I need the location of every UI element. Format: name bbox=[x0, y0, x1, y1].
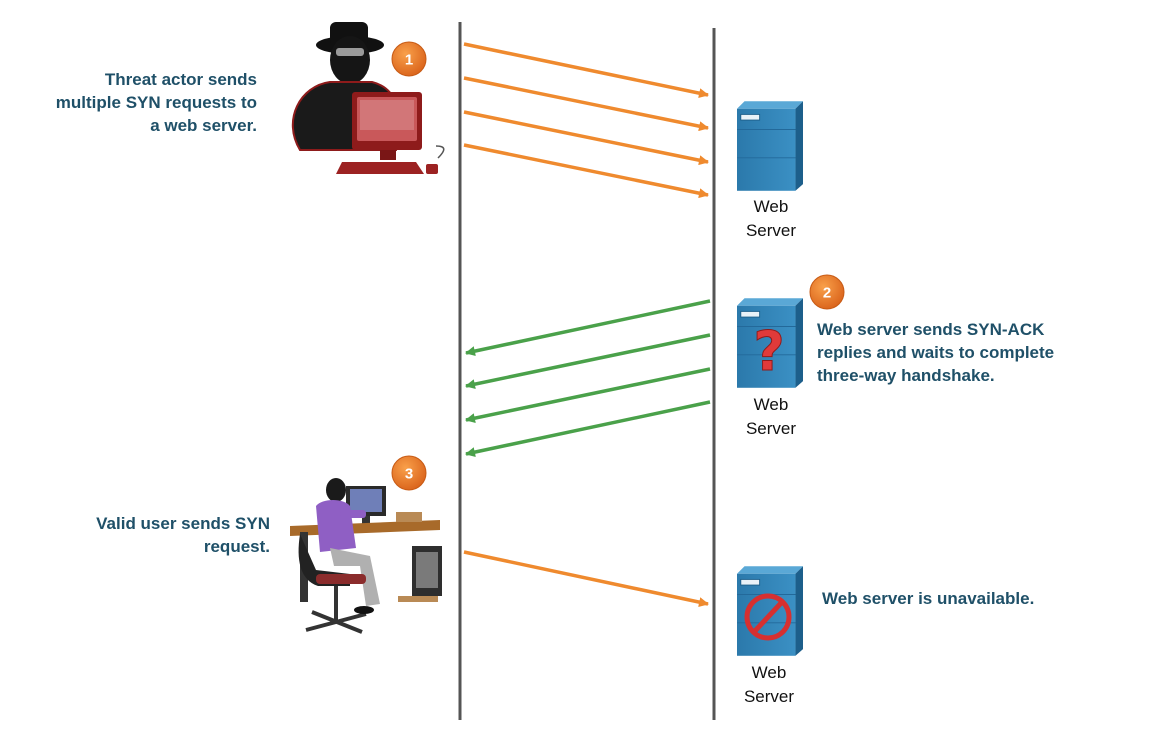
syn-ack-arrow bbox=[465, 400, 711, 458]
syn-ack-arrow bbox=[465, 299, 711, 357]
tower-server-icon bbox=[737, 100, 803, 192]
svg-text:?: ? bbox=[753, 320, 784, 383]
tower-server-icon bbox=[737, 565, 803, 657]
step-badge-number: 3 bbox=[405, 466, 413, 483]
unavailable-caption: Web server is unavailable. bbox=[822, 589, 1035, 608]
tower-server-icon: ? bbox=[737, 297, 803, 389]
person-at-desk-computer-icon bbox=[290, 478, 442, 634]
step-badge-number: 2 bbox=[823, 285, 831, 302]
syn-arrow bbox=[463, 42, 709, 99]
step-badge-3: 3 bbox=[391, 455, 427, 491]
step-badge-number: 1 bbox=[405, 52, 413, 69]
syn-arrow bbox=[463, 143, 709, 199]
step-1-caption: Threat actor sends multiple SYN requests… bbox=[55, 70, 257, 135]
step-badge-1: 1 bbox=[391, 41, 427, 77]
server-label: Web Server bbox=[745, 395, 797, 438]
valid-syn-arrow bbox=[463, 550, 709, 608]
hooded-hacker-with-computer-icon bbox=[291, 22, 445, 174]
server-label: Web Server bbox=[745, 197, 797, 240]
step-3-caption: Valid user sends SYN request. bbox=[96, 514, 270, 556]
server-label: Web Server bbox=[743, 663, 795, 706]
step-2-caption: Web server sends SYN-ACK replies and wai… bbox=[817, 320, 1055, 385]
question-mark-icon: ? bbox=[753, 320, 785, 384]
step-badge-2: 2 bbox=[809, 274, 845, 310]
syn-flood-diagram: ? 1 2 3 Threat actor sends multiple SYN … bbox=[0, 0, 1157, 742]
